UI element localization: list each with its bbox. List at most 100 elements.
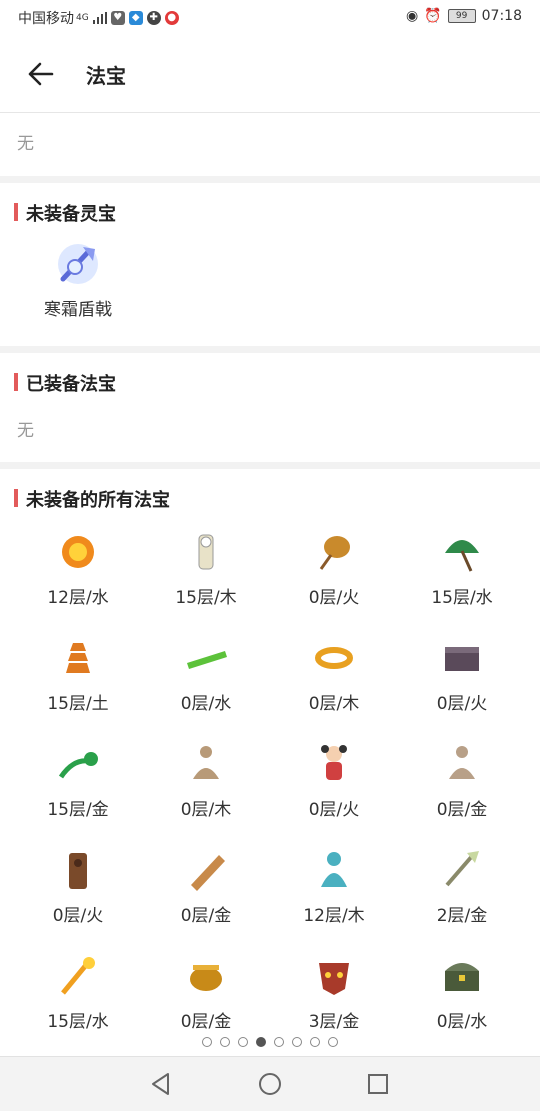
frost-shield-halberd-icon: [53, 239, 103, 289]
paper-doll-icon: [181, 527, 231, 577]
alarm-icon: ⏰: [424, 8, 442, 24]
back-arrow-icon[interactable]: [22, 56, 58, 92]
treasure-item-label: 15层/金: [47, 800, 109, 820]
spirit-item[interactable]: 寒霜盾戟: [14, 239, 142, 320]
signal-icon: [92, 12, 107, 24]
treasure-item-label: 0层/火: [436, 694, 488, 714]
demon-mask-icon: [309, 951, 359, 1001]
treasure-item-label: 12层/水: [47, 588, 109, 608]
treasure-item-label: 2层/金: [436, 906, 488, 926]
treasure-item[interactable]: 15层/水: [14, 951, 142, 1032]
jade-ruyi-icon: [53, 739, 103, 789]
treasure-item-label: 0层/火: [52, 906, 104, 926]
green-umbrella-icon: [437, 527, 487, 577]
red-app-icon: ●: [164, 11, 179, 25]
page-dot[interactable]: [256, 1037, 266, 1047]
treasure-item[interactable]: 15层/木: [142, 527, 270, 608]
page-dot[interactable]: [202, 1037, 212, 1047]
treasure-item-label: 0层/水: [180, 694, 232, 714]
treasure-chest-icon: [437, 951, 487, 1001]
section-title: 未装备灵宝: [14, 200, 116, 226]
treasure-item[interactable]: 3层/金: [270, 951, 398, 1032]
treasure-item-label: 0层/木: [180, 800, 232, 820]
section-title: 已装备法宝: [14, 370, 116, 396]
section-title: 未装备的所有法宝: [14, 486, 170, 512]
fire-orb-icon: [53, 527, 103, 577]
back-triangle-icon[interactable]: [148, 1071, 174, 1097]
treasure-item-label: 0层/火: [308, 588, 360, 608]
cyan-spirit-icon: [309, 845, 359, 895]
meditating-figure-icon: [437, 739, 487, 789]
writing-brush-icon: [437, 845, 487, 895]
unequipped-spirit-section: 未装备灵宝 寒霜盾戟: [0, 183, 540, 346]
empty-label: 无: [17, 421, 34, 441]
treasure-item[interactable]: 0层/火: [270, 739, 398, 820]
page-title: 法宝: [86, 64, 126, 88]
treasure-item-label: 0层/火: [308, 800, 360, 820]
heart-app-icon: ♥: [110, 11, 125, 25]
treasure-item[interactable]: 0层/水: [398, 951, 526, 1032]
clover-app-icon: ✚: [146, 11, 161, 25]
home-circle-icon[interactable]: [257, 1071, 283, 1097]
treasure-item[interactable]: 0层/火: [14, 845, 142, 926]
network-label: 4G: [76, 13, 89, 23]
page-dot[interactable]: [274, 1037, 284, 1047]
treasure-item-label: 0层/金: [436, 800, 488, 820]
treasure-item[interactable]: 15层/土: [14, 633, 142, 714]
treasure-item-label: 15层/水: [431, 588, 493, 608]
treasure-item-label: 15层/土: [47, 694, 109, 714]
treasure-item[interactable]: 12层/水: [14, 527, 142, 608]
all-unequipped-section: 未装备的所有法宝 12层/水 15层/木 0层/火 15层/水 15层/土 0层/水 0层/…: [0, 469, 540, 1056]
treasure-item[interactable]: 2层/金: [398, 845, 526, 926]
recent-square-icon[interactable]: [365, 1071, 391, 1097]
system-nav-bar: [0, 1056, 540, 1111]
spirit-item-label: 寒霜盾戟: [44, 300, 112, 320]
status-bar: 中国移动 4G ♥ ◆ ✚ ● ◉ ⏰ 99 07:18: [0, 0, 540, 34]
treasure-item-label: 0层/金: [180, 1012, 232, 1032]
treasure-item[interactable]: 15层/水: [398, 527, 526, 608]
golden-cauldron-icon: [181, 951, 231, 1001]
treasure-item[interactable]: 0层/水: [142, 633, 270, 714]
treasure-item-label: 15层/水: [47, 1012, 109, 1032]
meditating-figure-icon: [181, 739, 231, 789]
page-indicator: [0, 1032, 540, 1051]
doll-girl-icon: [309, 739, 359, 789]
battery-icon: 99: [447, 9, 476, 23]
treasure-item[interactable]: 0层/火: [270, 527, 398, 608]
treasure-item[interactable]: 0层/木: [270, 633, 398, 714]
empty-label: 无: [17, 134, 34, 154]
page-dot[interactable]: [238, 1037, 248, 1047]
page-dot[interactable]: [328, 1037, 338, 1047]
treasure-item-label: 0层/木: [308, 694, 360, 714]
flame-sword-icon: [53, 951, 103, 1001]
treasure-item[interactable]: 12层/木: [270, 845, 398, 926]
treasure-item[interactable]: 15层/金: [14, 739, 142, 820]
treasure-item-label: 15层/木: [175, 588, 237, 608]
treasure-item-label: 0层/水: [436, 1012, 488, 1032]
page-dot[interactable]: [292, 1037, 302, 1047]
treasure-item-label: 3层/金: [308, 1012, 360, 1032]
page-dot[interactable]: [310, 1037, 320, 1047]
shield-app-icon: ◆: [128, 11, 143, 25]
carrier-label: 中国移动: [18, 11, 74, 27]
top-section: 无: [0, 113, 540, 176]
app-header: 法宝: [0, 34, 540, 113]
treasure-item[interactable]: 0层/火: [398, 633, 526, 714]
treasure-box-icon: [437, 633, 487, 683]
page-dot[interactable]: [220, 1037, 230, 1047]
treasure-item[interactable]: 0层/木: [142, 739, 270, 820]
feather-fan-icon: [309, 527, 359, 577]
wooden-totem-icon: [53, 845, 103, 895]
treasure-item[interactable]: 0层/金: [142, 845, 270, 926]
jade-ruler-icon: [181, 633, 231, 683]
bamboo-scroll-icon: [181, 845, 231, 895]
treasure-item[interactable]: 0层/金: [142, 951, 270, 1032]
eye-icon: ◉: [405, 8, 419, 24]
golden-rope-icon: [309, 633, 359, 683]
treasure-item-label: 0层/金: [180, 906, 232, 926]
time-label: 07:18: [481, 8, 522, 24]
treasure-item-label: 12层/木: [303, 906, 365, 926]
pagoda-icon: [53, 633, 103, 683]
equipped-section: 已装备法宝 无: [0, 353, 540, 462]
treasure-item[interactable]: 0层/金: [398, 739, 526, 820]
